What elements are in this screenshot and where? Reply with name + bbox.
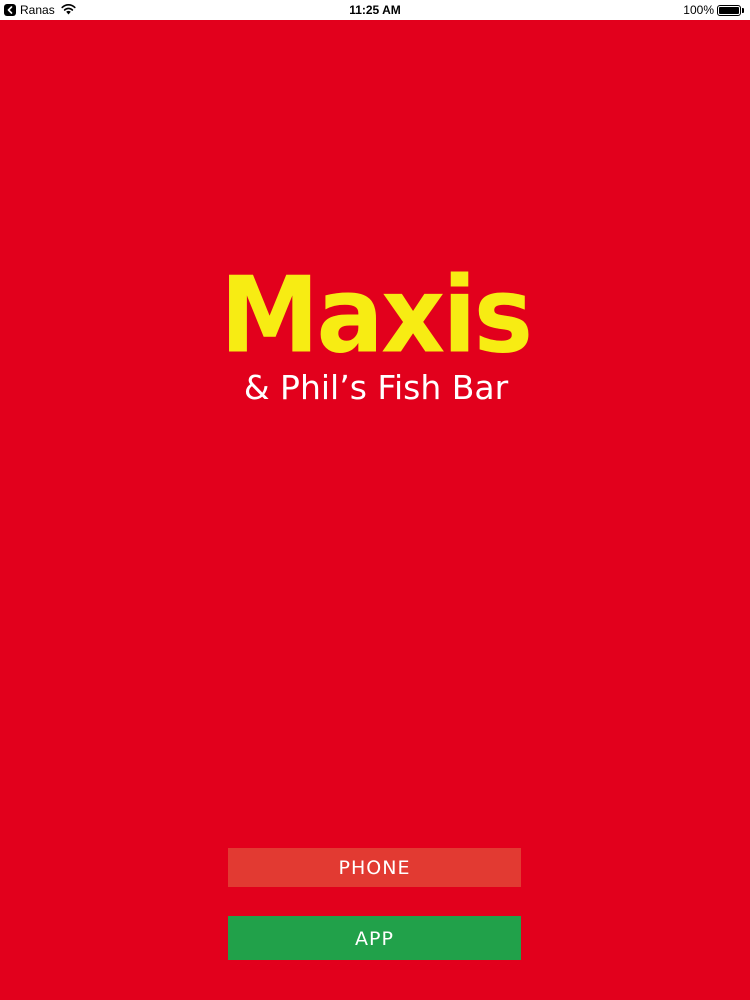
restaurant-logo: Maxis & Phil’s Fish Bar bbox=[0, 254, 750, 408]
battery-cap bbox=[742, 7, 744, 13]
logo-title: Maxis bbox=[219, 254, 533, 377]
battery-status: 100% bbox=[683, 2, 744, 18]
battery-percentage: 100% bbox=[683, 3, 714, 17]
status-bar: Ranas 11:25 AM 100% bbox=[0, 0, 750, 20]
phone-button[interactable]: PHONE bbox=[228, 848, 521, 887]
app-button[interactable]: APP bbox=[228, 916, 521, 960]
battery-level-fill bbox=[719, 6, 739, 14]
status-time: 11:25 AM bbox=[349, 3, 401, 17]
battery-full-icon bbox=[717, 4, 741, 16]
